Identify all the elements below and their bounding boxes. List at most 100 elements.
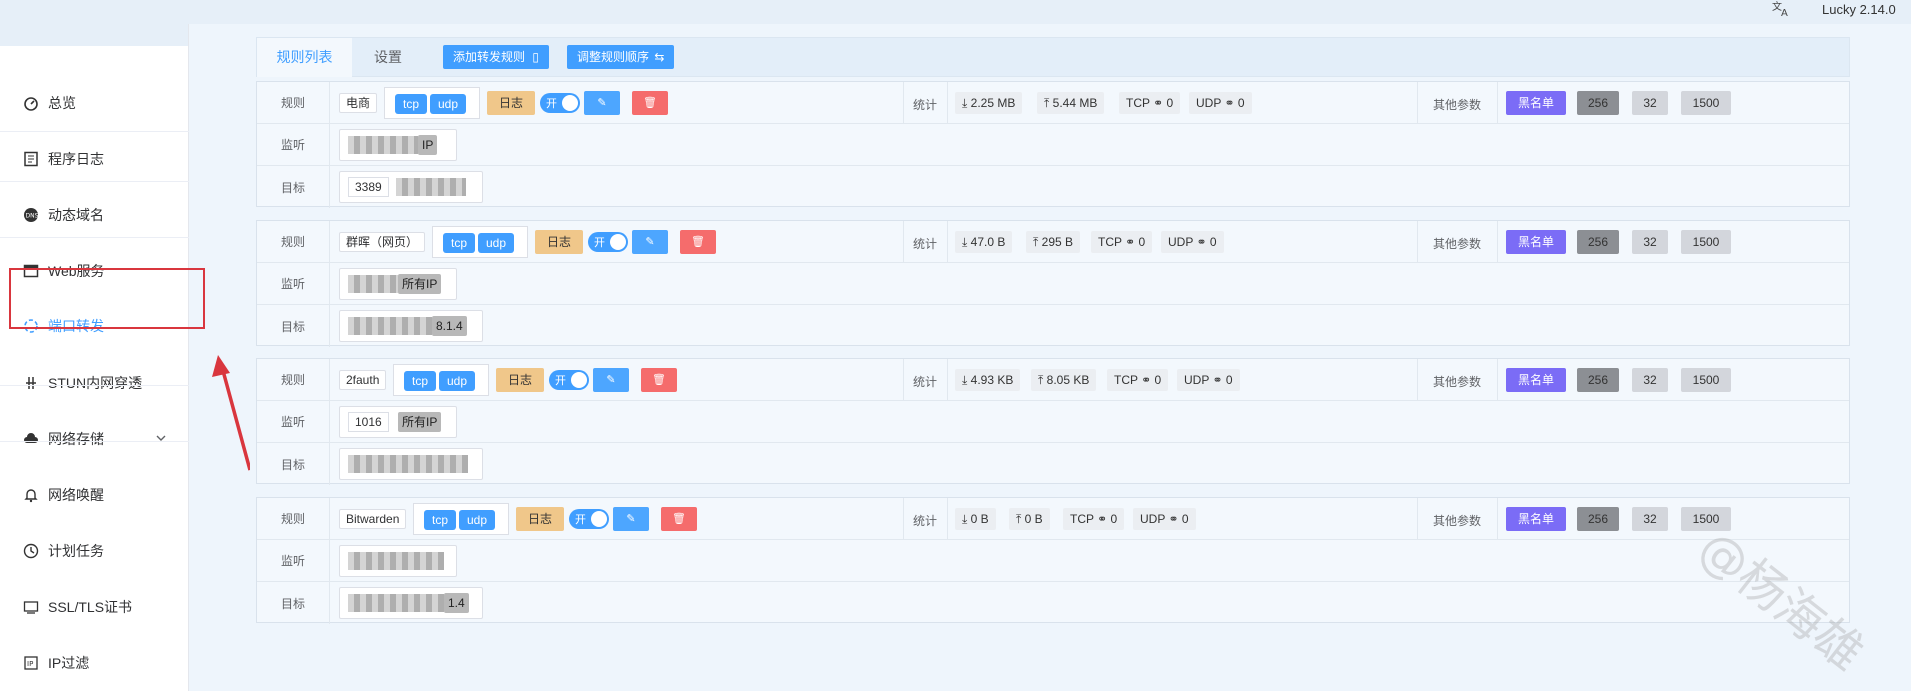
blacklist-button[interactable]: 黑名单 — [1506, 368, 1566, 392]
trash-icon: 🗑 — [672, 513, 686, 525]
upload-icon: ⤒ — [1033, 235, 1042, 249]
listen-label: 监听 — [257, 124, 330, 165]
sort-icon: ⇆ — [654, 50, 665, 64]
param-value: 1500 — [1681, 230, 1731, 254]
other-params-label: 其他参数 — [1433, 98, 1482, 112]
translate-icon[interactable]: 文A — [1772, 0, 1796, 20]
listen-label: 监听 — [257, 401, 330, 442]
log-button[interactable]: 日志 — [535, 230, 583, 254]
udp-tag: udp — [430, 94, 466, 114]
other-params-label: 其他参数 — [1433, 514, 1482, 528]
target-tag: 1.4 — [444, 593, 469, 613]
tab-rules-list[interactable]: 规则列表 — [257, 38, 352, 77]
highlight-annotation — [9, 268, 205, 329]
param-value: 32 — [1632, 91, 1668, 115]
download-stat: ⤓ 2.25 MB — [955, 92, 1023, 114]
stats-label: 统计 — [913, 237, 938, 251]
protocol-group: tcp udp — [432, 226, 528, 258]
enable-toggle[interactable]: 开 — [588, 232, 628, 252]
delete-button[interactable]: 🗑 — [661, 507, 697, 531]
log-button[interactable]: 日志 — [516, 507, 564, 531]
log-icon — [22, 150, 40, 168]
sidebar-item-storage[interactable]: 网络存储 — [0, 411, 189, 467]
trash-icon: 🗑 — [643, 97, 657, 109]
blacklist-button[interactable]: 黑名单 — [1506, 230, 1566, 254]
target-label: 目标 — [257, 582, 330, 624]
stats-label: 统计 — [913, 375, 938, 389]
param-value: 256 — [1577, 507, 1619, 531]
toggle-label: 开 — [594, 237, 605, 249]
udp-tag: udp — [459, 510, 495, 530]
tcp-stat: TCP ⚭ 0 — [1063, 508, 1125, 530]
redacted-address — [348, 317, 432, 335]
rule-card: 规则 2fauth tcp udp 日志 开 ✎ 🗑 统计 ⤓ 4.93 KB … — [256, 358, 1850, 485]
udp-stat: UDP ⚭ 0 — [1189, 92, 1252, 114]
delete-button[interactable]: 🗑 — [641, 368, 677, 392]
rule-name: 电商 — [339, 93, 378, 113]
bell-icon — [22, 486, 40, 504]
edit-button[interactable]: ✎ — [593, 368, 629, 392]
rule-row: 规则 Bitwarden tcp udp 日志 开 ✎ 🗑 统计 ⤓ 0 B ⤒… — [257, 498, 1849, 540]
clock-icon — [22, 542, 40, 560]
sidebar-item-ssl[interactable]: SSL/TLS证书 — [0, 579, 189, 635]
sidebar-item-ddns[interactable]: DNS 动态域名 — [0, 187, 189, 243]
upload-stat: ⤒ 295 B — [1026, 231, 1080, 253]
enable-toggle[interactable]: 开 — [540, 93, 580, 113]
sidebar-item-overview[interactable]: 总览 — [0, 75, 189, 131]
listen-row: 监听 1016 所有IP — [257, 401, 1849, 443]
edit-icon: ✎ — [606, 374, 616, 386]
listen-address: 所有IP — [339, 268, 457, 300]
stun-icon — [22, 374, 40, 392]
tcp-stat: TCP ⚭ 0 — [1119, 92, 1181, 114]
rule-name: 群晖（网页） — [339, 232, 426, 252]
tcp-tag: tcp — [424, 510, 456, 530]
sidebar-item-label: 总览 — [48, 95, 76, 111]
sidebar-item-label: 网络唤醒 — [48, 487, 104, 503]
rule-card: 规则 群晖（网页） tcp udp 日志 开 ✎ 🗑 统计 ⤓ 47.0 B ⤒… — [256, 220, 1850, 347]
redacted-address — [348, 455, 468, 473]
blacklist-button[interactable]: 黑名单 — [1506, 507, 1566, 531]
toggle-label: 开 — [575, 514, 586, 526]
redacted-address — [348, 552, 444, 570]
chevron-down-icon[interactable] — [155, 431, 167, 447]
blacklist-button[interactable]: 黑名单 — [1506, 91, 1566, 115]
log-button[interactable]: 日志 — [487, 91, 535, 115]
target-port: 3389 — [348, 177, 389, 197]
rule-card: 规则 电商 tcp udp 日志 开 ✎ 🗑 统计 ⤓ 2.25 MB ⤒ 5.… — [256, 81, 1850, 208]
link-icon: ⚭ — [1141, 373, 1152, 387]
sidebar-item-label: STUN内网穿透 — [48, 375, 143, 391]
upload-stat: ⤒ 0 B — [1009, 508, 1050, 530]
sidebar-item-tasks[interactable]: 计划任务 — [0, 523, 189, 579]
reorder-rules-button[interactable]: 调整规则顺序 ⇆ — [567, 45, 675, 69]
edit-button[interactable]: ✎ — [632, 230, 668, 254]
certificate-icon — [22, 598, 40, 616]
edit-button[interactable]: ✎ — [584, 91, 620, 115]
delete-button[interactable]: 🗑 — [632, 91, 668, 115]
enable-toggle[interactable]: 开 — [549, 370, 589, 390]
rule-name: 2fauth — [339, 370, 387, 390]
delete-button[interactable]: 🗑 — [680, 230, 716, 254]
rule-label: 规则 — [257, 359, 330, 400]
tab-settings[interactable]: 设置 — [374, 38, 402, 77]
sidebar-item-wol[interactable]: 网络唤醒 — [0, 467, 189, 523]
target-tag: 8.1.4 — [432, 316, 467, 336]
target-label: 目标 — [257, 443, 330, 485]
rule-row: 规则 2fauth tcp udp 日志 开 ✎ 🗑 统计 ⤓ 4.93 KB … — [257, 359, 1849, 401]
udp-stat: UDP ⚭ 0 — [1161, 231, 1224, 253]
redacted-address — [348, 136, 418, 154]
tcp-tag: tcp — [395, 94, 427, 114]
edit-button[interactable]: ✎ — [613, 507, 649, 531]
udp-tag: udp — [439, 371, 475, 391]
sidebar-item-stun[interactable]: STUN内网穿透 — [0, 355, 189, 411]
log-button[interactable]: 日志 — [496, 368, 544, 392]
sidebar-item-ip-filter[interactable]: IP IP过滤 — [0, 635, 189, 691]
sidebar-item-label: 程序日志 — [48, 151, 104, 167]
listen-row: 监听 所有IP — [257, 263, 1849, 305]
add-rule-button[interactable]: 添加转发规则 ▯ — [443, 45, 549, 69]
enable-toggle[interactable]: 开 — [569, 509, 609, 529]
toggle-label: 开 — [555, 375, 566, 387]
protocol-group: tcp udp — [413, 503, 509, 535]
link-icon: ⚭ — [1224, 96, 1235, 110]
target-label: 目标 — [257, 305, 330, 347]
sidebar-item-logs[interactable]: 程序日志 — [0, 131, 189, 187]
